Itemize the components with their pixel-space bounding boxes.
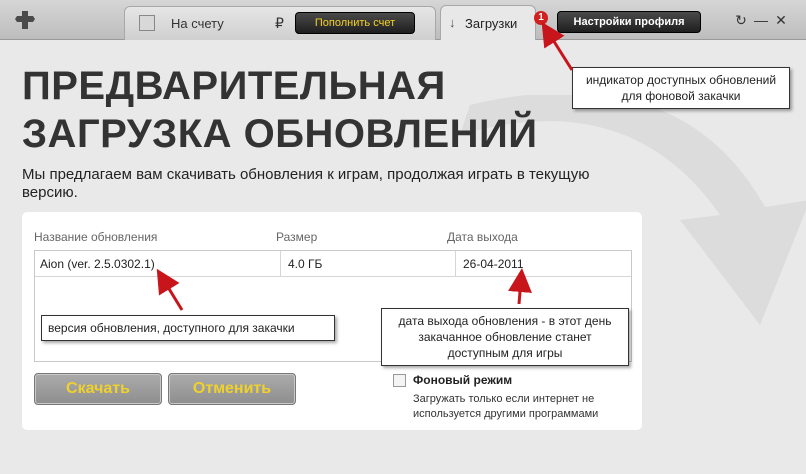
cell-divider xyxy=(455,251,456,277)
cell-divider xyxy=(280,251,281,277)
callout-date-note: дата выхода обновления - в этот день зак… xyxy=(381,308,629,366)
updates-badge[interactable]: 1 xyxy=(534,11,548,25)
refresh-icon[interactable]: ↻ xyxy=(734,13,748,27)
background-mode-description: Загружать только если интернет не исполь… xyxy=(413,393,599,420)
update-name-cell: Aion (ver. 2.5.0302.1) xyxy=(40,257,155,271)
update-size-cell: 4.0 ГБ xyxy=(288,257,323,271)
currency-icon: ₽ xyxy=(275,15,284,31)
puzzle-logo-icon[interactable] xyxy=(14,10,36,30)
tab-balance[interactable]: На счету ₽ Пополнить счет xyxy=(124,6,436,40)
tab-downloads-label: Загрузки xyxy=(465,16,518,31)
table-row[interactable]: Aion (ver. 2.5.0302.1) 4.0 ГБ 26-04-2011 xyxy=(35,251,631,277)
background-mode-checkbox[interactable] xyxy=(393,374,406,387)
tab-downloads[interactable]: ↓ Загрузки xyxy=(440,5,536,41)
column-header-size: Размер xyxy=(276,230,318,244)
column-header-date: Дата выхода xyxy=(447,230,518,244)
close-icon[interactable]: ✕ xyxy=(774,13,788,27)
title-bar: На счету ₽ Пополнить счет ↓ Загрузки 1 Н… xyxy=(0,0,806,41)
profile-settings-button[interactable]: Настройки профиля xyxy=(557,11,701,33)
page-subtitle: Мы предлагаем вам скачивать обновления к… xyxy=(22,166,590,201)
background-mode-label: Фоновый режим xyxy=(413,373,513,387)
topup-button[interactable]: Пополнить счет xyxy=(295,12,415,34)
balance-label: На счету xyxy=(171,16,224,31)
cancel-button[interactable]: Отменить xyxy=(168,373,296,405)
column-header-name: Название обновления xyxy=(34,230,158,244)
callout-version-note: версия обновления, доступного для закачк… xyxy=(41,315,335,341)
callout-badge-note: индикатор доступных обновлений для фонов… xyxy=(572,67,790,109)
minimize-icon[interactable]: — xyxy=(754,13,768,27)
download-button[interactable]: Скачать xyxy=(34,373,162,405)
page-title: ПРЕДВАРИТЕЛЬНАЯ ЗАГРУЗКА ОБНОВЛЕНИЙ xyxy=(22,64,538,156)
runner-icon xyxy=(139,15,155,31)
update-date-cell: 26-04-2011 xyxy=(463,257,524,271)
download-arrow-icon: ↓ xyxy=(449,15,456,30)
